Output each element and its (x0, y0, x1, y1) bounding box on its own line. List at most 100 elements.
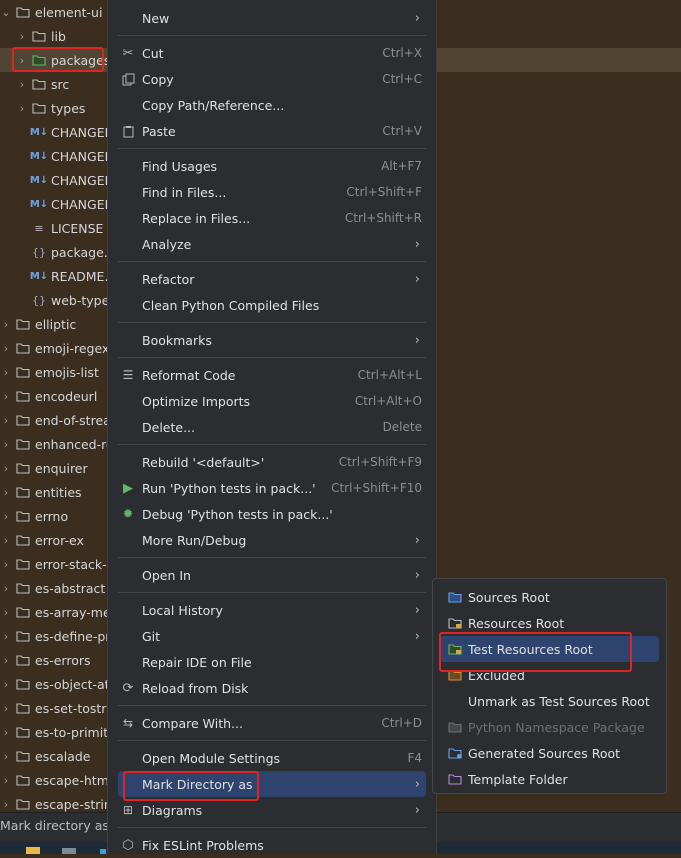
chevron-right-icon[interactable]: › (0, 750, 12, 763)
menu-item-find-usages[interactable]: Find Usages Alt+F7 (118, 153, 426, 179)
chevron-right-icon[interactable]: › (16, 102, 28, 115)
tree-item[interactable]: M↓CHANGELOG.es.md (0, 144, 110, 168)
chevron-right-icon[interactable]: › (0, 678, 12, 691)
tree-item[interactable]: ≡ LICENSE (0, 216, 110, 240)
chevron-right-icon[interactable]: › (0, 702, 12, 715)
chevron-right-icon[interactable]: › (16, 78, 28, 91)
tree-item[interactable]: {} package.json (0, 240, 110, 264)
menu-item-find-in-files[interactable]: Find in Files... Ctrl+Shift+F (118, 179, 426, 205)
menu-item-analyze[interactable]: Analyze › (118, 231, 426, 257)
chevron-right-icon[interactable]: › (0, 774, 12, 787)
tree-item[interactable]: › encodeurl (0, 384, 110, 408)
tree-item[interactable]: › es-abstract (0, 576, 110, 600)
chevron-down-icon[interactable]: ⌄ (0, 6, 12, 19)
tree-item[interactable]: › enquirer (0, 456, 110, 480)
tree-item-label: es-object-atoms (35, 676, 110, 692)
tree-item[interactable]: › error-stack-parser (0, 552, 110, 576)
tree-item[interactable]: › emojis-list (0, 360, 110, 384)
chevron-right-icon[interactable]: › (0, 510, 12, 523)
tree-item[interactable]: › entities (0, 480, 110, 504)
tree-item[interactable]: M↓CHANGELOG.en-US.md (0, 120, 110, 144)
tree-item[interactable]: › enhanced-resolve (0, 432, 110, 456)
tree-item[interactable]: M↓README.md (0, 264, 110, 288)
tree-item[interactable]: {} web-types.json (0, 288, 110, 312)
menu-item-paste[interactable]: Paste Ctrl+V (118, 118, 426, 144)
tree-item[interactable]: ⌄ element-ui (0, 0, 110, 24)
menu-item-optimize-imports[interactable]: Optimize Imports Ctrl+Alt+O (118, 388, 426, 414)
chevron-right-icon: › (414, 332, 420, 348)
menu-item-reload-from-disk[interactable]: ⟳ Reload from Disk (118, 675, 426, 701)
menu-item-more-run-debug[interactable]: More Run/Debug › (118, 527, 426, 553)
menu-item-copy[interactable]: Copy Ctrl+C (118, 66, 426, 92)
menu-item-compare-with[interactable]: ⇆ Compare With... Ctrl+D (118, 710, 426, 736)
menu-item-delete[interactable]: Delete... Delete (118, 414, 426, 440)
tree-item[interactable]: M↓CHANGELOG.fr-FR.md (0, 168, 110, 192)
menu-item-clean-python-compiled-files[interactable]: Clean Python Compiled Files (118, 292, 426, 318)
tree-item[interactable]: › src (0, 72, 110, 96)
tree-item[interactable]: › es-errors (0, 648, 110, 672)
chevron-right-icon[interactable]: › (0, 366, 12, 379)
app-icon[interactable] (100, 849, 106, 854)
explorer-icon[interactable] (26, 847, 40, 854)
submenu-item-template-folder[interactable]: Template Folder (439, 766, 659, 792)
menu-item-reformat-code[interactable]: ☰ Reformat Code Ctrl+Alt+L (118, 362, 426, 388)
tree-item[interactable]: › end-of-stream (0, 408, 110, 432)
chevron-right-icon[interactable]: › (0, 798, 12, 811)
tree-item[interactable]: › emoji-regex (0, 336, 110, 360)
menu-item-copy-path-reference[interactable]: Copy Path/Reference... (118, 92, 426, 118)
tree-item[interactable]: › elliptic (0, 312, 110, 336)
paste-icon (120, 123, 136, 139)
tree-item[interactable]: › escape-html (0, 768, 110, 792)
menu-item-rebuild-default[interactable]: Rebuild '<default>' Ctrl+Shift+F9 (118, 449, 426, 475)
chevron-right-icon[interactable]: › (0, 462, 12, 475)
tree-item[interactable]: › lib (0, 24, 110, 48)
menu-item-repair-ide-on-file[interactable]: Repair IDE on File (118, 649, 426, 675)
menu-item-new[interactable]: New › (118, 5, 426, 31)
project-tree[interactable]: ⌄ element-ui › lib › packages › src › types M↓ CHAN… (0, 0, 110, 854)
chevron-right-icon[interactable]: › (0, 606, 12, 619)
menu-item-fix-eslint-problems[interactable]: ⬡ Fix ESLint Problems (118, 832, 426, 858)
menu-item-bookmarks[interactable]: Bookmarks › (118, 327, 426, 353)
tree-item[interactable]: › errno (0, 504, 110, 528)
chevron-right-icon[interactable]: › (0, 654, 12, 667)
tree-item[interactable]: › es-to-primitive (0, 720, 110, 744)
submenu-item-generated-sources-root[interactable]: Generated Sources Root (439, 740, 659, 766)
menu-item-label: Bookmarks (142, 332, 212, 348)
menu-separator (118, 261, 426, 262)
chevron-right-icon[interactable]: › (0, 558, 12, 571)
folder-icon (15, 461, 31, 475)
tree-item[interactable]: › escalade (0, 744, 110, 768)
chevron-right-icon[interactable]: › (0, 390, 12, 403)
menu-item-open-in[interactable]: Open In › (118, 562, 426, 588)
tree-item[interactable]: › es-define-property (0, 624, 110, 648)
tree-item[interactable]: › es-array-method-boxes-properly (0, 600, 110, 624)
app-icon[interactable] (62, 848, 76, 854)
chevron-right-icon[interactable]: › (0, 486, 12, 499)
chevron-right-icon[interactable]: › (0, 726, 12, 739)
tree-item[interactable]: › es-object-atoms (0, 672, 110, 696)
menu-item-git[interactable]: Git › (118, 623, 426, 649)
menu-item-debug-python-tests-in-pack[interactable]: ✹ Debug 'Python tests in pack...' (118, 501, 426, 527)
folder-icon (15, 701, 31, 715)
tree-item[interactable]: › es-set-tostringtag (0, 696, 110, 720)
chevron-right-icon[interactable]: › (0, 534, 12, 547)
tree-item[interactable]: › types (0, 96, 110, 120)
chevron-right-icon[interactable]: › (0, 630, 12, 643)
submenu-item-sources-root[interactable]: Sources Root (439, 584, 659, 610)
chevron-right-icon[interactable]: › (0, 342, 12, 355)
menu-item-replace-in-files[interactable]: Replace in Files... Ctrl+Shift+R (118, 205, 426, 231)
menu-item-local-history[interactable]: Local History › (118, 597, 426, 623)
tree-item[interactable]: › error-ex (0, 528, 110, 552)
chevron-right-icon[interactable]: › (0, 318, 12, 331)
menu-item-run-python-tests-in-pack[interactable]: ▶ Run 'Python tests in pack...' Ctrl+Shift… (118, 475, 426, 501)
submenu-item-unmark-as-test-sources-root[interactable]: Unmark as Test Sources Root (439, 688, 659, 714)
tree-item[interactable]: M↓CHANGELOG.zh-CN.md (0, 192, 110, 216)
annotation-box-mark-directory (123, 771, 259, 801)
menu-item-cut[interactable]: ✂ Cut Ctrl+X (118, 40, 426, 66)
chevron-right-icon[interactable]: › (0, 438, 12, 451)
chevron-right-icon[interactable]: › (0, 414, 12, 427)
menu-item-open-module-settings[interactable]: Open Module Settings F4 (118, 745, 426, 771)
menu-item-refactor[interactable]: Refactor › (118, 266, 426, 292)
chevron-right-icon[interactable]: › (0, 582, 12, 595)
chevron-right-icon[interactable]: › (16, 30, 28, 43)
